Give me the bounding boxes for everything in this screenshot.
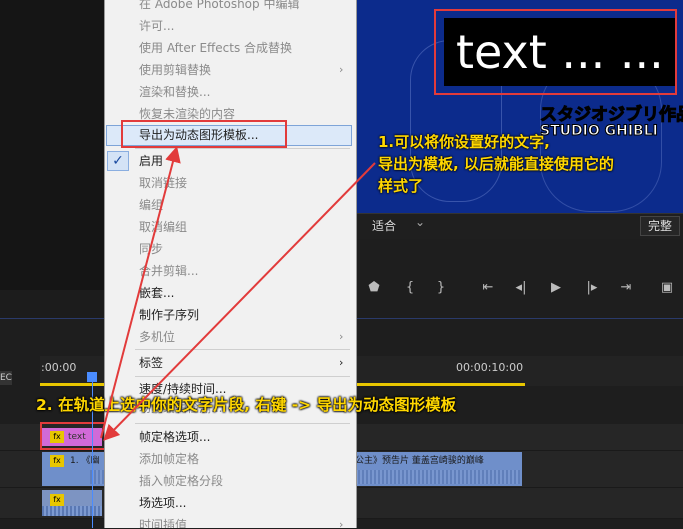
track-header-label: EC bbox=[0, 371, 12, 385]
submenu-arrow-icon: › bbox=[339, 356, 344, 369]
annotation-note-1-line-3: 样式了 bbox=[378, 177, 424, 195]
video-clip-label: 1. 《幽 bbox=[70, 456, 100, 466]
out-point-icon[interactable]: } bbox=[431, 280, 451, 295]
step-forward-icon[interactable]: |▸ bbox=[582, 280, 602, 295]
go-to-out-icon[interactable]: ⇥ bbox=[616, 280, 636, 295]
source-monitor-panel bbox=[0, 0, 104, 290]
menu-item-label[interactable]: 标签 bbox=[139, 355, 163, 371]
chevron-down-icon[interactable]: ⌄ bbox=[415, 215, 425, 229]
menu-item-replace-with-clip: 使用剪辑替换 bbox=[139, 63, 212, 77]
submenu-arrow-icon: › bbox=[339, 63, 344, 76]
menu-item-time-interpolation: 时间插值 bbox=[139, 518, 188, 528]
menu-item-license: 许可... bbox=[139, 19, 175, 33]
monitor-control-bar bbox=[357, 213, 683, 240]
menu-divider bbox=[135, 376, 350, 377]
annotation-note-1-line-1: 1.可以将你设置好的文字, bbox=[378, 133, 550, 151]
menu-item-add-frame-hold: 添加帧定格 bbox=[139, 452, 200, 466]
ruler-mid-time: 00:00:10:00 bbox=[456, 361, 524, 374]
submenu-arrow-icon: › bbox=[339, 330, 344, 343]
menu-item-highlight-outline bbox=[121, 120, 287, 148]
menu-item-synchronize: 同步 bbox=[139, 242, 164, 256]
menu-item-replace-with-ae: 使用 After Effects 合成替换 bbox=[139, 41, 293, 55]
export-frame-icon[interactable]: ▣ bbox=[657, 280, 677, 295]
clip-context-menu: ✓ 在 Adobe Photoshop 中编辑 许可... 使用 After E… bbox=[104, 0, 357, 528]
in-point-icon[interactable]: { bbox=[400, 280, 420, 295]
menu-item-nest[interactable]: 嵌套... bbox=[139, 285, 174, 301]
ruler-start-time: :00:00 bbox=[41, 361, 77, 374]
menu-divider bbox=[135, 349, 350, 350]
title-highlight-outline bbox=[434, 9, 677, 95]
menu-divider bbox=[135, 148, 350, 149]
resolution-select[interactable]: 完整 bbox=[640, 216, 680, 236]
menu-item-edit-in-photoshop: 在 Adobe Photoshop 中编辑 bbox=[139, 0, 300, 11]
menu-item-field-options[interactable]: 场选项... bbox=[139, 495, 186, 511]
menu-item-render-and-replace: 渲染和替换... bbox=[139, 85, 211, 99]
menu-item-multi-camera: 多机位 bbox=[139, 330, 176, 344]
play-icon[interactable]: ▶ bbox=[546, 280, 566, 295]
video-clip-title: 公主》预告片 董盖宫崎骏的巅峰 bbox=[355, 456, 484, 466]
go-to-in-icon[interactable]: ⇤ bbox=[478, 280, 498, 295]
fx-badge-icon: fx bbox=[50, 455, 64, 467]
annotation-note-1: 1.可以将你设置好的文字, 导出为模板, 以后就能直接使用它的 样式了 bbox=[378, 131, 678, 197]
menu-item-enable[interactable]: 启用 bbox=[139, 153, 163, 169]
annotation-note-1-line-2: 导出为模板, 以后就能直接使用它的 bbox=[378, 155, 614, 173]
submenu-arrow-icon: › bbox=[339, 518, 344, 528]
menu-item-merge-clips: 合并剪辑... bbox=[139, 264, 199, 278]
step-back-icon[interactable]: ◂| bbox=[511, 280, 531, 295]
fx-badge-icon: fx bbox=[50, 494, 64, 506]
menu-item-group: 编组 bbox=[139, 198, 164, 212]
menu-item-make-subsequence[interactable]: 制作子序列 bbox=[139, 307, 199, 323]
menu-item-insert-frame-hold-segment: 插入帧定格分段 bbox=[139, 474, 224, 488]
menu-item-frame-hold-options[interactable]: 帧定格选项... bbox=[139, 429, 210, 445]
playhead-handle[interactable] bbox=[87, 372, 97, 382]
audio-waveform bbox=[42, 506, 102, 516]
menu-divider bbox=[135, 423, 350, 424]
menu-item-ungroup: 取消编组 bbox=[139, 220, 188, 234]
zoom-fit-select[interactable]: 适合 bbox=[372, 217, 396, 234]
annotation-note-2: 2. 在轨道上选中你的文字片段, 右键 -> 导出为动态图形模板 bbox=[36, 396, 457, 414]
transport-controls bbox=[357, 239, 683, 319]
studio-logo-jp: スタジオジブリ作品 bbox=[540, 105, 683, 126]
menu-item-unlink: 取消链接 bbox=[139, 176, 188, 190]
marker-icon[interactable]: ⬟ bbox=[364, 280, 384, 295]
clip-highlight-outline bbox=[40, 422, 106, 450]
checkmark-icon: ✓ bbox=[107, 151, 129, 171]
